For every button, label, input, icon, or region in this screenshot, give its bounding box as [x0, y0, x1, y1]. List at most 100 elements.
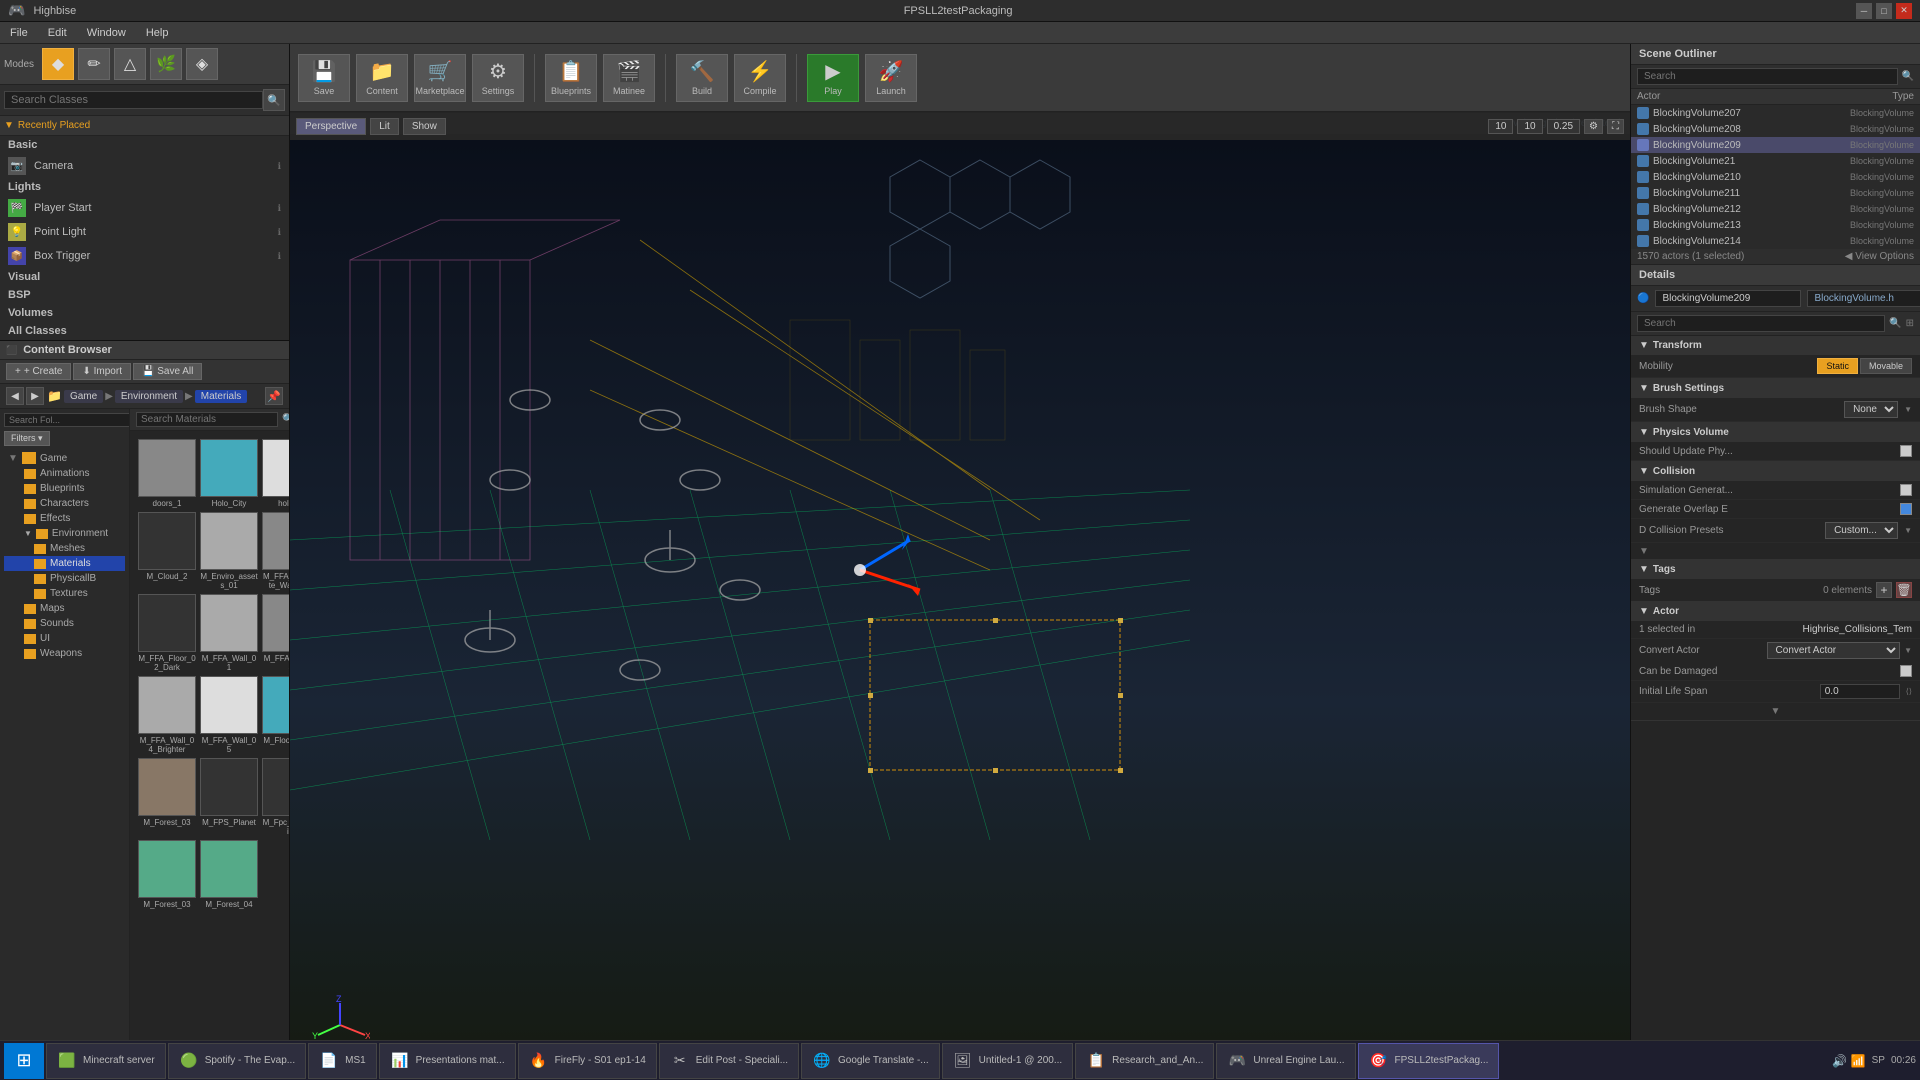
material-item-13[interactable]: M_FFA_Wall_05 — [200, 676, 258, 754]
gen-overlap-checkbox[interactable] — [1900, 503, 1912, 515]
menu-edit[interactable]: Edit — [38, 25, 77, 41]
category-bsp[interactable]: BSP — [0, 286, 289, 304]
material-item-8[interactable]: M_FFA_Floor_02_Dark — [138, 594, 196, 672]
nav-environment[interactable]: Environment — [115, 390, 183, 403]
taskbar-research[interactable]: 📋 Research_and_An... — [1075, 1043, 1214, 1079]
sim-gen-checkbox[interactable] — [1900, 484, 1912, 496]
taskbar-ms1[interactable]: 📄 MS1 — [308, 1043, 377, 1079]
convert-actor-select[interactable]: Convert Actor — [1767, 642, 1901, 659]
placed-item-camera[interactable]: 📷 Camera ℹ — [0, 154, 289, 178]
tree-materials[interactable]: Materials — [4, 556, 125, 571]
mode-landscape-btn[interactable]: △ — [114, 48, 146, 80]
static-mobility-btn[interactable]: Static — [1817, 358, 1858, 374]
viewport[interactable]: Perspective Lit Show 10 10 0.25 ⚙ ⛶ — [290, 112, 1630, 1080]
taskbar-editpost[interactable]: ✂ Edit Post - Speciali... — [659, 1043, 799, 1079]
material-item-17[interactable]: M_FPS_Planet — [200, 758, 258, 836]
tags-header[interactable]: ▼ Tags — [1631, 560, 1920, 579]
actor-section-header[interactable]: ▼ Actor — [1631, 602, 1920, 621]
collision-expand-icon[interactable]: ▼ — [1639, 546, 1649, 557]
tree-environment[interactable]: ▼ Environment — [4, 526, 125, 541]
tree-blueprints[interactable]: Blueprints — [4, 481, 125, 496]
blueprints-btn[interactable]: 📋 Blueprints — [545, 54, 597, 102]
menu-window[interactable]: Window — [77, 25, 136, 41]
material-item-12[interactable]: M_FFA_Wall_04_Brighter — [138, 676, 196, 754]
placed-item-box-trigger[interactable]: 📦 Box Trigger ℹ — [0, 244, 289, 268]
tags-delete-btn[interactable]: 🗑 — [1896, 582, 1912, 598]
tree-meshes[interactable]: Meshes — [4, 541, 125, 556]
details-search-input[interactable] — [1637, 315, 1885, 332]
build-btn[interactable]: 🔨 Build — [676, 54, 728, 102]
tree-physicallyb[interactable]: PhysicallB — [4, 571, 125, 586]
brush-settings-header[interactable]: ▼ Brush Settings — [1631, 379, 1920, 398]
search-materials-input[interactable] — [136, 412, 278, 427]
lit-btn[interactable]: Lit — [370, 118, 399, 135]
transform-header[interactable]: ▼ Transform — [1631, 336, 1920, 355]
actor-file-input[interactable] — [1807, 290, 1920, 307]
start-button[interactable]: ⊞ — [4, 1043, 44, 1079]
viewport-maximize-btn[interactable]: ⛶ — [1607, 119, 1624, 134]
so-item-1[interactable]: BlockingVolume208 BlockingVolume — [1631, 121, 1920, 137]
tree-maps[interactable]: Maps — [4, 601, 125, 616]
save-all-btn[interactable]: 💾 Save All — [133, 363, 202, 380]
placed-item-point-light[interactable]: 💡 Point Light ℹ — [0, 220, 289, 244]
tree-weapons[interactable]: Weapons — [4, 646, 125, 661]
taskbar-minecraft[interactable]: 🟩 Minecraft server — [46, 1043, 166, 1079]
details-grid-icon[interactable]: ⊞ — [1906, 318, 1914, 329]
physics-update-checkbox[interactable] — [1900, 445, 1912, 457]
close-btn[interactable]: ✕ — [1896, 3, 1912, 19]
nav-game[interactable]: Game — [64, 390, 103, 403]
material-item-18[interactable]: M_Fpc_Vista_City — [262, 758, 289, 836]
taskbar-spotify[interactable]: 🟢 Spotify - The Evap... — [168, 1043, 306, 1079]
tree-ui[interactable]: UI — [4, 631, 125, 646]
mode-geometry-btn[interactable]: ◈ — [186, 48, 218, 80]
so-item-4[interactable]: BlockingVolume210 BlockingVolume — [1631, 169, 1920, 185]
material-item-14[interactable]: M_Floor_Lights — [262, 676, 289, 754]
taskbar-presentations[interactable]: 📊 Presentations mat... — [379, 1043, 516, 1079]
brush-shape-select[interactable]: None — [1844, 401, 1898, 418]
mode-place-btn[interactable]: ◆ — [42, 48, 74, 80]
mode-foliage-btn[interactable]: 🌿 — [150, 48, 182, 80]
so-item-7[interactable]: BlockingVolume213 BlockingVolume — [1631, 217, 1920, 233]
nav-back-btn[interactable]: ◀ — [6, 387, 24, 405]
tree-textures[interactable]: Textures — [4, 586, 125, 601]
marketplace-btn[interactable]: 🛒 Marketplace — [414, 54, 466, 102]
settings-btn[interactable]: ⚙ Settings — [472, 54, 524, 102]
material-item-16[interactable]: M_Forest_03 — [138, 758, 196, 836]
material-item-6[interactable]: M_FFA_Concrete_WallPlate — [262, 512, 289, 590]
material-item-0[interactable]: doors_1 — [138, 439, 196, 508]
view-options-so[interactable]: ◀ View Options — [1845, 251, 1914, 262]
tree-sounds[interactable]: Sounds — [4, 616, 125, 631]
actor-expand-icon[interactable]: ▼ — [1771, 706, 1781, 717]
material-item-10[interactable]: M_FFA_Wall_04 — [262, 594, 289, 672]
taskbar-firefly[interactable]: 🔥 FireFly - S01 ep1-14 — [518, 1043, 657, 1079]
menu-file[interactable]: File — [0, 25, 38, 41]
category-visual[interactable]: Visual — [0, 268, 289, 286]
content-btn[interactable]: 📁 Content — [356, 54, 408, 102]
search-folder-input[interactable] — [4, 413, 130, 427]
taskbar-unreal-launcher[interactable]: 🎮 Unreal Engine Lau... — [1216, 1043, 1355, 1079]
so-item-5[interactable]: BlockingVolume211 BlockingVolume — [1631, 185, 1920, 201]
can-be-damaged-checkbox[interactable] — [1900, 665, 1912, 677]
import-btn[interactable]: ⬇ Import — [73, 363, 131, 380]
taskbar-untitled[interactable]: 🖼 Untitled-1 @ 200... — [942, 1043, 1074, 1079]
tree-effects[interactable]: Effects — [4, 511, 125, 526]
so-item-6[interactable]: BlockingVolume212 BlockingVolume — [1631, 201, 1920, 217]
category-all-classes[interactable]: All Classes — [0, 322, 289, 340]
nav-materials[interactable]: Materials — [195, 390, 248, 403]
physics-volume-header[interactable]: ▼ Physics Volume — [1631, 423, 1920, 442]
category-lights[interactable]: Lights — [0, 178, 289, 196]
category-volumes[interactable]: Volumes — [0, 304, 289, 322]
movable-mobility-btn[interactable]: Movable — [1860, 358, 1912, 374]
material-item-20[interactable]: M_Forest_03 — [138, 840, 196, 909]
tree-animations[interactable]: Animations — [4, 466, 125, 481]
material-item-9[interactable]: M_FFA_Wall_01 — [200, 594, 258, 672]
actor-name-input[interactable] — [1655, 290, 1801, 307]
scene-outliner-search-input[interactable] — [1637, 68, 1898, 85]
mode-paint-btn[interactable]: ✏ — [78, 48, 110, 80]
create-btn[interactable]: + + Create — [6, 363, 71, 380]
material-item-21[interactable]: M_Forest_04 — [200, 840, 258, 909]
filters-btn[interactable]: Filters ▾ — [4, 431, 50, 446]
show-btn[interactable]: Show — [403, 118, 446, 135]
maximize-btn[interactable]: □ — [1876, 3, 1892, 19]
category-basic[interactable]: Basic — [0, 136, 289, 154]
